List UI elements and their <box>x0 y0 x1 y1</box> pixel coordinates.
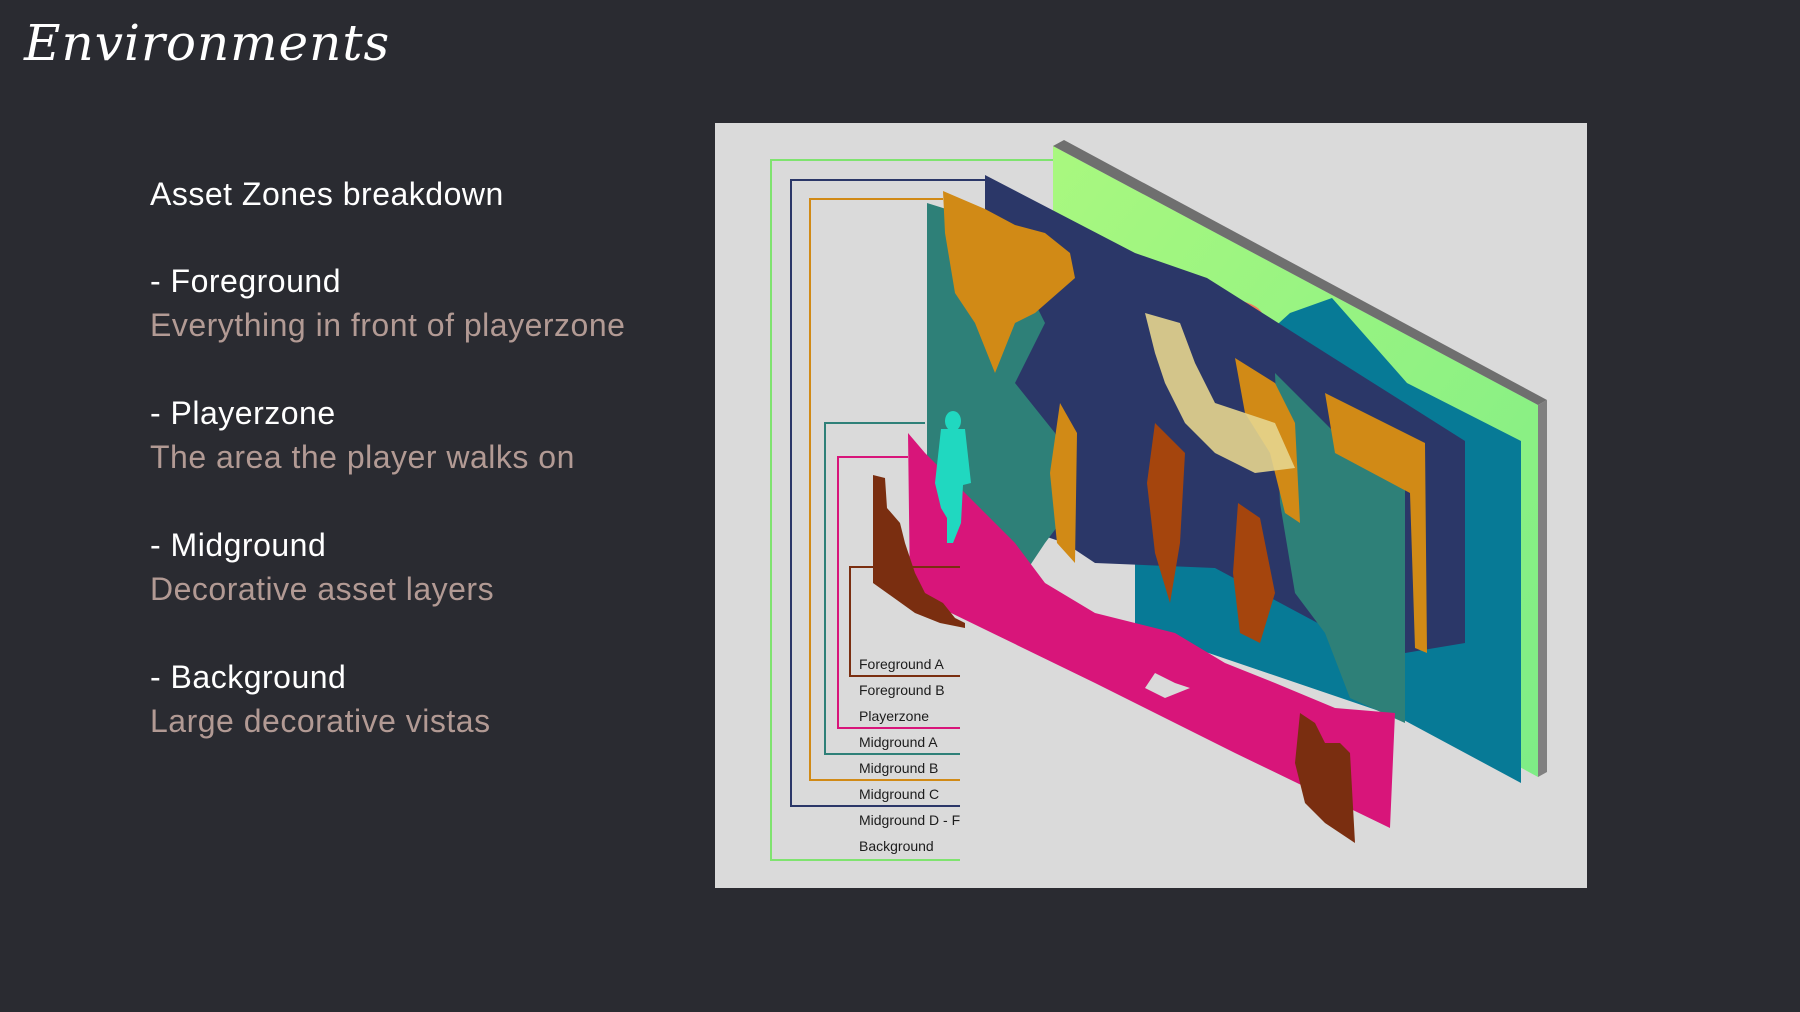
zone-foreground: - Foreground Everything in front of play… <box>150 263 690 351</box>
panel-subtitle: Asset Zones breakdown <box>150 176 504 212</box>
zone-name: - Playerzone <box>150 395 336 431</box>
layer-label: Foreground B <box>859 682 945 698</box>
zone-name: - Foreground <box>150 263 341 299</box>
background-plane-side <box>1538 400 1547 777</box>
zone-description: Everything in front of playerzone <box>150 307 626 343</box>
zone-description: Large decorative vistas <box>150 703 491 739</box>
zone-midground: - Midground Decorative asset layers <box>150 527 690 615</box>
zone-description: The area the player walks on <box>150 439 575 475</box>
page-title: Environments <box>24 14 391 72</box>
layer-label: Playerzone <box>859 708 929 724</box>
zones-panel: Asset Zones breakdown - Foreground Every… <box>150 176 690 791</box>
layer-label: Background <box>859 838 934 854</box>
layer-label: Midground D - F <box>859 812 960 828</box>
layer-stack-illustration: Foreground A Foreground B Playerzone Mid… <box>770 140 1547 861</box>
zone-name: - Midground <box>150 527 327 563</box>
layer-label: Midground B <box>859 760 938 776</box>
zone-background: - Background Large decorative vistas <box>150 659 690 747</box>
zone-name: - Background <box>150 659 347 695</box>
zone-description: Decorative asset layers <box>150 571 495 607</box>
layer-label: Foreground A <box>859 656 944 672</box>
layer-label: Midground C <box>859 786 939 802</box>
layer-breakdown-diagram: Foreground A Foreground B Playerzone Mid… <box>715 123 1587 888</box>
layer-label: Midground A <box>859 734 938 750</box>
zone-playerzone: - Playerzone The area the player walks o… <box>150 395 690 483</box>
